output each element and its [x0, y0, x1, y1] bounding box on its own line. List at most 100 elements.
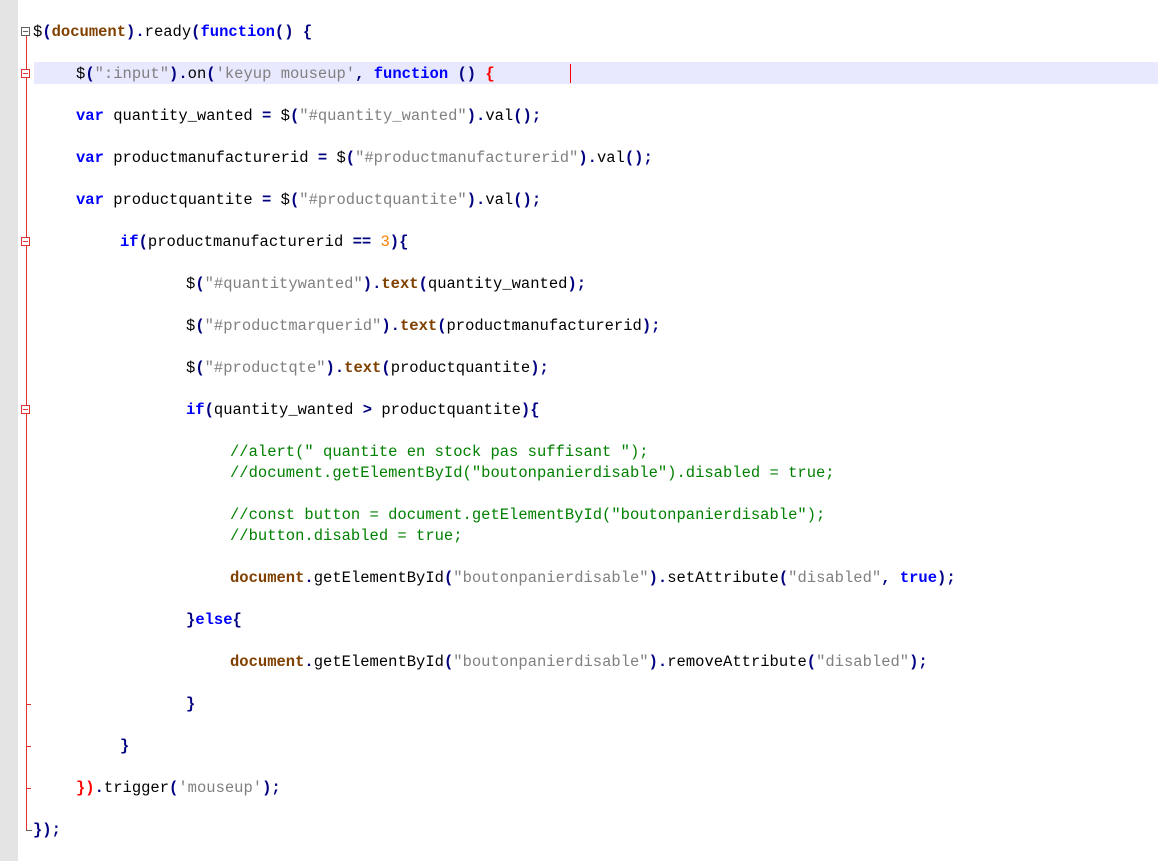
code-token-op: ).: [381, 317, 400, 335]
code-line: $("#productmarquerid").text(productmanuf…: [186, 316, 660, 336]
code-line: $(":input").on('keyup mouseup', function…: [76, 64, 495, 84]
code-token-str: "#productmanufacturerid": [355, 149, 579, 167]
code-token-id: $: [271, 191, 290, 209]
code-token-str: "#quantitywanted": [204, 275, 363, 293]
code-token-id: trigger: [103, 779, 170, 797]
code-token-op: ).: [578, 149, 597, 167]
code-token-id: $: [327, 149, 346, 167]
code-token-id: $: [186, 359, 196, 377]
code-token-op: (: [289, 191, 300, 209]
code-token-id: getElementById: [313, 569, 444, 587]
code-token-id: ready: [144, 23, 192, 41]
code-token-op: ).: [169, 65, 188, 83]
code-token-kw: true: [899, 569, 938, 587]
code-token-id: productquantite: [372, 401, 521, 419]
code-token-id: [476, 65, 485, 83]
code-token-op: (: [443, 653, 454, 671]
code-token-id: removeAttribute: [667, 653, 807, 671]
code-token-op: });: [33, 821, 61, 839]
code-token-id: $: [76, 65, 86, 83]
code-token-kw: var: [76, 107, 104, 125]
code-token-fn: document: [230, 653, 305, 671]
code-editor[interactable]: $(document).ready(function() { $(":input…: [0, 0, 1158, 861]
code-line: //alert(" quantite en stock pas suffisan…: [230, 442, 649, 462]
code-token-id: productmanufacturerid: [103, 149, 318, 167]
code-token-op: (: [204, 401, 214, 419]
code-line: }).trigger('mouseup');: [76, 778, 281, 798]
code-token-kw: if: [186, 401, 205, 419]
code-token-str: "#quantity_wanted": [299, 107, 467, 125]
code-token-id: val: [596, 149, 625, 167]
code-token-id: quantity_wanted: [427, 275, 568, 293]
fold-collapse-icon[interactable]: [21, 69, 30, 78]
code-token-str: "disabled": [788, 569, 882, 587]
code-token-op: ).: [466, 107, 486, 125]
code-token-op: =: [262, 191, 272, 209]
code-token-id: [294, 23, 303, 41]
code-line: //button.disabled = true;: [230, 526, 463, 546]
code-token-op: ).: [325, 359, 345, 377]
code-token-id: val: [485, 191, 514, 209]
code-token-id: quantity_wanted: [103, 107, 263, 125]
code-token-op: (: [437, 317, 447, 335]
code-token-op: (: [169, 779, 179, 797]
code-token-op: }: [186, 611, 196, 629]
code-token-str: "boutonpanierdisable": [453, 653, 649, 671]
code-token-op: =: [262, 107, 272, 125]
code-token-op: ();: [624, 149, 653, 167]
code-token-fn: text: [381, 275, 419, 293]
code-token-id: productquantite: [103, 191, 263, 209]
code-token-id: [891, 569, 900, 587]
code-token-op: ){: [520, 401, 540, 419]
fold-collapse-icon[interactable]: [21, 405, 30, 414]
code-token-kw: else: [195, 611, 233, 629]
code-line: //document.getElementById("boutonpanierd…: [230, 463, 835, 483]
code-line: }: [120, 736, 129, 756]
code-token-str: "disabled": [816, 653, 910, 671]
code-token-id: $: [186, 275, 196, 293]
code-token-id: [364, 65, 373, 83]
code-token-id: $: [33, 23, 43, 41]
code-token-op: );: [641, 317, 661, 335]
code-token-op: );: [530, 359, 549, 377]
fold-collapse-icon[interactable]: [21, 27, 30, 36]
code-token-op: (: [345, 149, 356, 167]
code-token-id: quantity_wanted: [213, 401, 363, 419]
code-token-id: setAttribute: [667, 569, 779, 587]
code-line: });: [33, 820, 61, 840]
code-line: $("#quantitywanted").text(quantity_wante…: [186, 274, 586, 294]
code-token-op: >: [362, 401, 373, 419]
code-token-id: on: [187, 65, 207, 83]
code-token-op: ).: [466, 191, 486, 209]
code-token-op: (: [806, 653, 817, 671]
code-token-op: (: [85, 65, 95, 83]
code-token-op: ();: [513, 191, 542, 209]
code-token-str: 'mouseup': [178, 779, 263, 797]
code-line: document.getElementById("boutonpanierdis…: [230, 652, 928, 672]
code-token-op: );: [262, 779, 281, 797]
code-line: $(document).ready(function() {: [33, 22, 312, 42]
code-token-str: "boutonpanierdisable": [453, 569, 649, 587]
code-token-op: (: [195, 359, 205, 377]
code-token-num: 3: [380, 233, 390, 251]
fold-end-marker: [26, 788, 31, 789]
fold-collapse-icon[interactable]: [21, 237, 30, 246]
code-line: }: [186, 694, 195, 714]
code-token-op: }: [186, 695, 196, 713]
code-token-op: ();: [513, 107, 542, 125]
code-token-cm: //button.disabled = true;: [230, 527, 463, 545]
code-token-op: {: [302, 23, 313, 41]
code-token-op: (: [778, 569, 789, 587]
code-token-str: "#productqte": [204, 359, 326, 377]
code-token-kw: var: [76, 149, 104, 167]
code-token-op: (: [195, 317, 205, 335]
code-token-id: $: [271, 107, 290, 125]
code-token-op: (: [289, 107, 300, 125]
code-token-str: 'keyup mouseup': [215, 65, 356, 83]
code-token-op: (): [457, 65, 477, 83]
fold-end-marker: [26, 830, 32, 831]
code-token-op: (: [443, 569, 454, 587]
fold-guide-line: [26, 36, 27, 830]
code-line: document.getElementById("boutonpanierdis…: [230, 568, 956, 588]
code-token-op: ).: [362, 275, 382, 293]
